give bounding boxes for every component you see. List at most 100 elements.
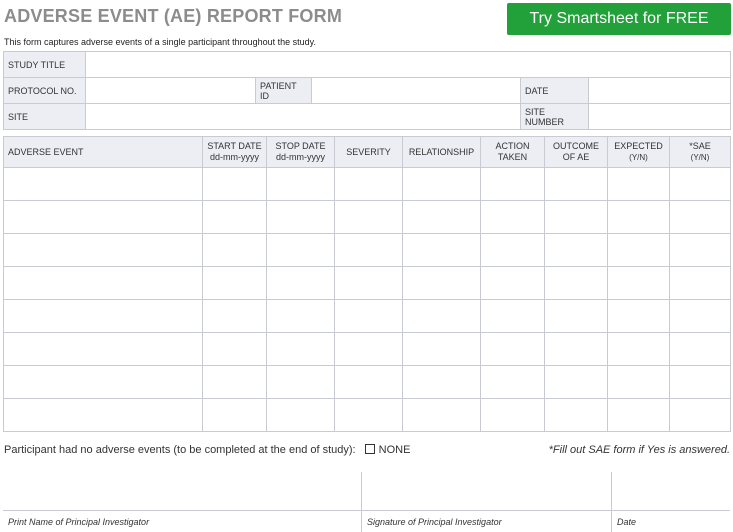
cell[interactable] <box>544 299 608 333</box>
cell[interactable] <box>334 332 403 366</box>
cell[interactable] <box>334 365 403 399</box>
cell[interactable] <box>402 398 481 432</box>
cell[interactable] <box>607 200 670 234</box>
cell[interactable] <box>544 200 608 234</box>
col-outcome: OUTCOME OF AE <box>544 136 608 168</box>
cell[interactable] <box>334 299 403 333</box>
cell[interactable] <box>607 332 670 366</box>
cell[interactable] <box>480 167 545 201</box>
cell[interactable] <box>669 299 731 333</box>
signature-line <box>3 510 730 511</box>
site-number-field[interactable] <box>587 103 732 130</box>
cell[interactable] <box>202 299 267 333</box>
cell[interactable] <box>402 299 481 333</box>
col-start-date: START DATE dd-mm-yyyy <box>202 136 267 168</box>
cell[interactable] <box>3 365 203 399</box>
cell[interactable] <box>266 266 335 300</box>
cell[interactable] <box>607 266 670 300</box>
cell[interactable] <box>669 200 731 234</box>
cell[interactable] <box>202 365 267 399</box>
cell[interactable] <box>669 365 731 399</box>
cell[interactable] <box>202 233 267 267</box>
cell[interactable] <box>669 398 731 432</box>
patient-id-label: PATIENT ID <box>255 77 312 104</box>
cell[interactable] <box>402 266 481 300</box>
cell[interactable] <box>607 398 670 432</box>
col-relationship: RELATIONSHIP <box>402 136 481 168</box>
cell[interactable] <box>402 233 481 267</box>
cell[interactable] <box>402 167 481 201</box>
cell[interactable] <box>480 299 545 333</box>
cell[interactable] <box>669 167 731 201</box>
sae-note: *Fill out SAE form if Yes is answered. <box>548 444 730 456</box>
cell[interactable] <box>669 266 731 300</box>
cell[interactable] <box>266 299 335 333</box>
cell[interactable] <box>544 332 608 366</box>
cell[interactable] <box>607 167 670 201</box>
cell[interactable] <box>3 233 203 267</box>
try-smartsheet-button[interactable]: Try Smartsheet for FREE <box>507 3 731 35</box>
signature-label: Signature of Principal Investigator <box>367 517 502 527</box>
cell[interactable] <box>3 398 203 432</box>
cell[interactable] <box>3 167 203 201</box>
cell[interactable] <box>607 233 670 267</box>
cell[interactable] <box>480 233 545 267</box>
study-title-field[interactable] <box>84 51 732 78</box>
cell[interactable] <box>202 398 267 432</box>
cell[interactable] <box>334 233 403 267</box>
cell[interactable] <box>266 332 335 366</box>
cell[interactable] <box>334 200 403 234</box>
date-label: DATE <box>520 77 589 104</box>
cell[interactable] <box>266 233 335 267</box>
col-stop-date: STOP DATE dd-mm-yyyy <box>266 136 335 168</box>
cell[interactable] <box>266 365 335 399</box>
cell[interactable] <box>544 398 608 432</box>
cell[interactable] <box>402 200 481 234</box>
protocol-no-field[interactable] <box>85 77 256 104</box>
cell[interactable] <box>607 299 670 333</box>
cell[interactable] <box>3 332 203 366</box>
cell[interactable] <box>480 332 545 366</box>
signature-block: Print Name of Principal Investigator Sig… <box>3 472 730 532</box>
cell[interactable] <box>202 167 267 201</box>
cell[interactable] <box>202 200 267 234</box>
adverse-events-table: ADVERSE EVENT START DATE dd-mm-yyyy STOP … <box>3 136 731 432</box>
cell[interactable] <box>480 365 545 399</box>
none-label: NONE <box>378 444 411 456</box>
cell[interactable] <box>607 365 670 399</box>
cell[interactable] <box>3 266 203 300</box>
cell[interactable] <box>669 233 731 267</box>
cell[interactable] <box>266 200 335 234</box>
cell[interactable] <box>334 398 403 432</box>
none-checkbox[interactable] <box>364 444 375 454</box>
cell[interactable] <box>544 233 608 267</box>
cell[interactable] <box>669 332 731 366</box>
cell[interactable] <box>402 365 481 399</box>
table-row <box>3 266 731 300</box>
cell[interactable] <box>480 398 545 432</box>
cell[interactable] <box>266 398 335 432</box>
site-field[interactable] <box>85 103 521 130</box>
study-title-label: STUDY TITLE <box>3 51 86 78</box>
table-row <box>3 200 731 234</box>
cell[interactable] <box>480 200 545 234</box>
col-adverse-event: ADVERSE EVENT <box>3 136 203 168</box>
date-field[interactable] <box>587 77 732 104</box>
patient-id-field[interactable] <box>311 77 521 104</box>
cell[interactable] <box>334 266 403 300</box>
cell[interactable] <box>402 332 481 366</box>
cell[interactable] <box>202 332 267 366</box>
cell[interactable] <box>544 266 608 300</box>
cell[interactable] <box>480 266 545 300</box>
cell[interactable] <box>334 167 403 201</box>
cell[interactable] <box>202 266 267 300</box>
table-row <box>3 233 731 267</box>
cell[interactable] <box>544 167 608 201</box>
table-row <box>3 299 731 333</box>
cell[interactable] <box>266 167 335 201</box>
signature-divider <box>611 472 612 532</box>
cell[interactable] <box>3 200 203 234</box>
cell[interactable] <box>544 365 608 399</box>
col-severity: SEVERITY <box>334 136 403 168</box>
cell[interactable] <box>3 299 203 333</box>
